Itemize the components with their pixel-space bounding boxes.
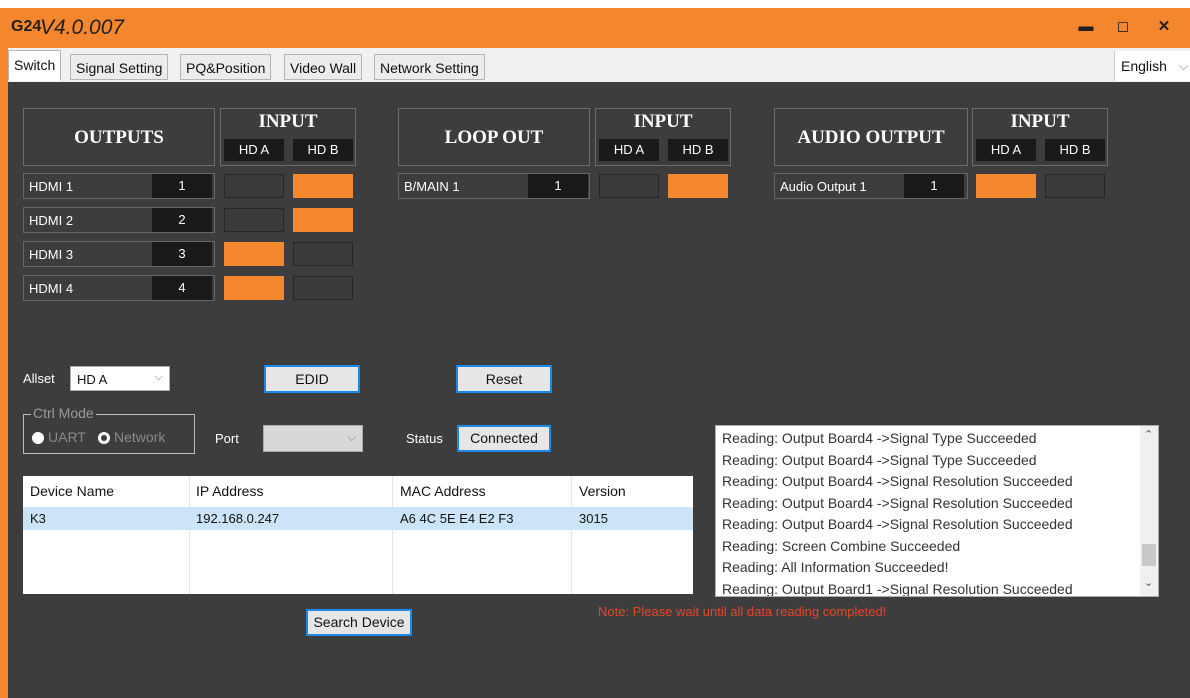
scrollbar-thumb[interactable]	[1142, 544, 1156, 566]
outputs-route-cell-hdb[interactable]	[293, 242, 353, 266]
device-name-cell: K3	[30, 511, 46, 526]
log-line: Reading: Output Board4 ->Signal Resoluti…	[722, 473, 1073, 489]
tab-bar	[0, 48, 1190, 82]
uart-label[interactable]: UART	[48, 429, 86, 445]
tab-network-setting[interactable]: Network Setting	[374, 54, 485, 80]
outputs-row-label: HDMI 1	[29, 179, 74, 194]
window-frame-left	[0, 48, 8, 698]
loop-out-header: LOOP OUT	[398, 108, 590, 166]
edid-button[interactable]: EDID	[264, 365, 360, 393]
uart-radio[interactable]	[32, 432, 44, 444]
audio-output-route-cell-hdb[interactable]	[1045, 174, 1105, 198]
port-label: Port	[215, 431, 239, 446]
outputs-route-cell-hda[interactable]	[224, 276, 284, 300]
log-line: Reading: Output Board4 ->Signal Resoluti…	[722, 494, 1073, 511]
version-cell: 3015	[579, 511, 608, 526]
outputs-header: OUTPUTS	[23, 108, 215, 166]
chevron-down-icon: ⌵	[154, 371, 163, 383]
language-value: English	[1121, 58, 1167, 74]
outputs-row-label: HDMI 4	[29, 281, 74, 296]
audio-output-route-cell-hda[interactable]	[976, 174, 1036, 198]
tab-switch[interactable]: Switch	[8, 50, 62, 81]
ip-address-cell: 192.168.0.247	[196, 511, 280, 526]
log-line: Reading: All Information Succeeded!	[722, 559, 949, 575]
scroll-down-icon[interactable]: ⌄	[1144, 576, 1153, 589]
audio-output-header: AUDIO OUTPUT	[774, 108, 968, 166]
maximize-button[interactable]: ◻	[1110, 14, 1136, 40]
outputs-row-label: HDMI 3	[29, 247, 74, 262]
outputs-input-hda: HD A	[224, 139, 284, 161]
status-value: Connected	[457, 425, 551, 452]
chevron-down-icon: ⌵	[1178, 59, 1188, 73]
port-select[interactable]: ⌵	[263, 425, 363, 452]
loop-out-input-hda: HD A	[599, 139, 659, 161]
table-row[interactable]: K3 192.168.0.247 A6 4C 5E E4 E2 F3 3015	[23, 507, 693, 530]
minimize-button[interactable]: ▬	[1073, 14, 1099, 40]
outputs-route-cell-hdb[interactable]	[293, 276, 353, 300]
tab-pq-position[interactable]: PQ&Position	[180, 54, 272, 80]
audio-input-hda: HD A	[976, 139, 1036, 161]
device-table: Device Name IP Address MAC Address Versi…	[23, 476, 693, 594]
log-lines: Reading: Output Board4 ->Signal Type Suc…	[722, 428, 1140, 597]
loop-out-input-title: INPUT	[633, 111, 693, 132]
log-line: Reading: Screen Combine Succeeded	[722, 537, 961, 554]
loop-out-row-number: 1	[528, 174, 588, 198]
loop-out-route-cell-hdb[interactable]	[668, 174, 728, 198]
outputs-row-number: 1	[152, 174, 212, 198]
outputs-route-cell-hdb[interactable]	[293, 174, 353, 198]
network-radio[interactable]	[98, 432, 110, 444]
note-text: Note: Please wait until all data reading…	[598, 604, 887, 619]
log-line: Reading: Output Board1 ->Signal Resoluti…	[722, 580, 1073, 597]
audio-input-title: INPUT	[1010, 111, 1070, 132]
outputs-input-title: INPUT	[258, 111, 318, 132]
column-version[interactable]: Version	[579, 483, 626, 499]
outputs-route-cell-hda[interactable]	[224, 208, 284, 232]
loop-out-route-cell-hda[interactable]	[599, 174, 659, 198]
allset-select[interactable]: HD A ⌵	[70, 366, 170, 391]
title-bar	[0, 8, 1190, 48]
close-button[interactable]: ✕	[1151, 14, 1177, 40]
network-label[interactable]: Network	[114, 429, 165, 445]
column-device-name[interactable]: Device Name	[30, 483, 114, 499]
tab-signal-setting[interactable]: Signal Setting	[70, 54, 169, 80]
audio-output-row-label: Audio Output 1	[780, 179, 867, 194]
outputs-row-number: 3	[152, 242, 212, 266]
scroll-up-icon[interactable]: ⌃	[1144, 428, 1153, 441]
audio-input-hdb: HD B	[1045, 139, 1105, 161]
language-select[interactable]: English ⌵	[1114, 51, 1190, 81]
reset-button[interactable]: Reset	[456, 365, 552, 393]
tab-video-wall[interactable]: Video Wall	[284, 54, 363, 80]
allset-value: HD A	[77, 372, 108, 387]
column-ip-address[interactable]: IP Address	[196, 483, 263, 499]
log-line: Reading: Output Board4 ->Signal Type Suc…	[722, 451, 1037, 468]
outputs-route-cell-hda[interactable]	[224, 242, 284, 266]
outputs-route-cell-hda[interactable]	[224, 174, 284, 198]
audio-output-row-number: 1	[904, 174, 964, 198]
chevron-down-icon: ⌵	[347, 432, 356, 444]
log-scrollbar[interactable]: ⌃ ⌄	[1140, 426, 1158, 596]
outputs-route-cell-hdb[interactable]	[293, 208, 353, 232]
outputs-row-number: 4	[152, 276, 212, 300]
mac-address-cell: A6 4C 5E E4 E2 F3	[400, 511, 514, 526]
search-device-button[interactable]: Search Device	[306, 609, 412, 636]
loop-out-row-label: B/MAIN 1	[404, 179, 460, 194]
outputs-input-hdb: HD B	[293, 139, 353, 161]
loop-out-input-hdb: HD B	[668, 139, 728, 161]
log-box[interactable]: Reading: Output Board4 ->Signal Type Suc…	[715, 425, 1159, 597]
app-logo: G24	[11, 18, 42, 35]
app-version: V4.0.007	[40, 16, 125, 39]
column-mac-address[interactable]: MAC Address	[400, 483, 486, 499]
log-line: Reading: Output Board4 ->Signal Type Suc…	[722, 430, 1037, 446]
outputs-row-label: HDMI 2	[29, 213, 74, 228]
allset-label: Allset	[23, 371, 55, 386]
status-label: Status	[406, 431, 443, 446]
ctrl-mode-label: Ctrl Mode	[31, 405, 96, 421]
log-line: Reading: Output Board4 ->Signal Resoluti…	[722, 516, 1073, 532]
outputs-row-number: 2	[152, 208, 212, 232]
